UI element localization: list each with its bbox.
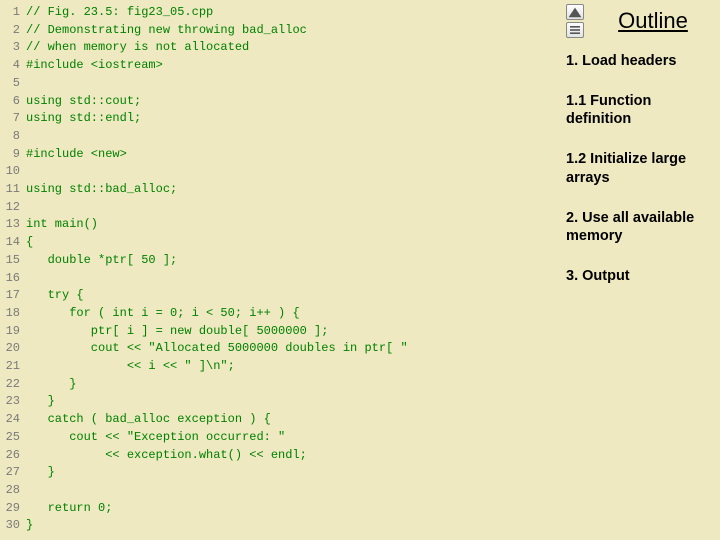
outline-note: 1.1 Function definition (566, 92, 714, 128)
code-line: int main() (26, 216, 560, 234)
line-number: 6 (4, 93, 20, 111)
line-number: 29 (4, 500, 20, 518)
line-number: 4 (4, 57, 20, 75)
nav-up-button[interactable] (566, 4, 584, 20)
line-number: 16 (4, 270, 20, 288)
code-line: double *ptr[ 50 ]; (26, 252, 560, 270)
outline-notes: 1. Load headers 1.1 Function definition 1.… (566, 52, 714, 285)
line-number: 10 (4, 163, 20, 181)
line-number: 17 (4, 287, 20, 305)
code-line: cout << "Allocated 5000000 doubles in pt… (26, 340, 560, 358)
line-number: 15 (4, 252, 20, 270)
nav-buttons (566, 4, 584, 38)
outline-note: 1. Load headers (566, 52, 714, 70)
line-number: 2 (4, 22, 20, 40)
line-number: 27 (4, 464, 20, 482)
code-line: using std::endl; (26, 110, 560, 128)
line-number: 5 (4, 75, 20, 93)
code-line: #include <new> (26, 146, 560, 164)
code-line (26, 199, 560, 217)
line-number: 22 (4, 376, 20, 394)
outline-note: 1.2 Initialize large arrays (566, 150, 714, 186)
line-number: 24 (4, 411, 20, 429)
code-line: << exception.what() << endl; (26, 447, 560, 465)
code-line: } (26, 464, 560, 482)
code-line: return 0; (26, 500, 560, 518)
code-line: ptr[ i ] = new double[ 5000000 ]; (26, 323, 560, 341)
code-line: using std::bad_alloc; (26, 181, 560, 199)
outline-note: 3. Output (566, 267, 714, 285)
code-line (26, 128, 560, 146)
code-line: #include <iostream> (26, 57, 560, 75)
code-line (26, 163, 560, 181)
line-number: 1 (4, 4, 20, 22)
line-number: 8 (4, 128, 20, 146)
outline-pane: Outline 1. Load headers 1.1 Function defi… (560, 0, 720, 540)
code-line: cout << "Exception occurred: " (26, 429, 560, 447)
code-line: catch ( bad_alloc exception ) { (26, 411, 560, 429)
nav-menu-button[interactable] (566, 22, 584, 38)
line-number: 13 (4, 216, 20, 234)
code-line (26, 270, 560, 288)
code-line: for ( int i = 0; i < 50; i++ ) { (26, 305, 560, 323)
code-pane: 1234567891011121314151617181920212223242… (0, 0, 560, 540)
code-line: { (26, 234, 560, 252)
code-line: // Demonstrating new throwing bad_alloc (26, 22, 560, 40)
line-number: 20 (4, 340, 20, 358)
line-number: 26 (4, 447, 20, 465)
code-line: } (26, 393, 560, 411)
line-number: 23 (4, 393, 20, 411)
line-number: 12 (4, 199, 20, 217)
outline-header: Outline (566, 4, 714, 38)
line-number: 14 (4, 234, 20, 252)
code-listing: // Fig. 23.5: fig23_05.cpp// Demonstrati… (26, 4, 560, 540)
code-line (26, 75, 560, 93)
line-number: 19 (4, 323, 20, 341)
line-number: 7 (4, 110, 20, 128)
code-line: // when memory is not allocated (26, 39, 560, 57)
code-line: << i << " ]\n"; (26, 358, 560, 376)
line-number: 11 (4, 181, 20, 199)
code-line: } (26, 517, 560, 535)
code-line (26, 482, 560, 500)
code-line: using std::cout; (26, 93, 560, 111)
line-number: 25 (4, 429, 20, 447)
outline-note: 2. Use all available memory (566, 209, 714, 245)
line-number: 28 (4, 482, 20, 500)
outline-title: Outline (592, 4, 714, 34)
code-line: // Fig. 23.5: fig23_05.cpp (26, 4, 560, 22)
code-line: } (26, 376, 560, 394)
line-number-gutter: 1234567891011121314151617181920212223242… (4, 4, 26, 540)
line-number: 3 (4, 39, 20, 57)
line-number: 30 (4, 517, 20, 535)
line-number: 21 (4, 358, 20, 376)
line-number: 9 (4, 146, 20, 164)
line-number: 18 (4, 305, 20, 323)
code-line: try { (26, 287, 560, 305)
